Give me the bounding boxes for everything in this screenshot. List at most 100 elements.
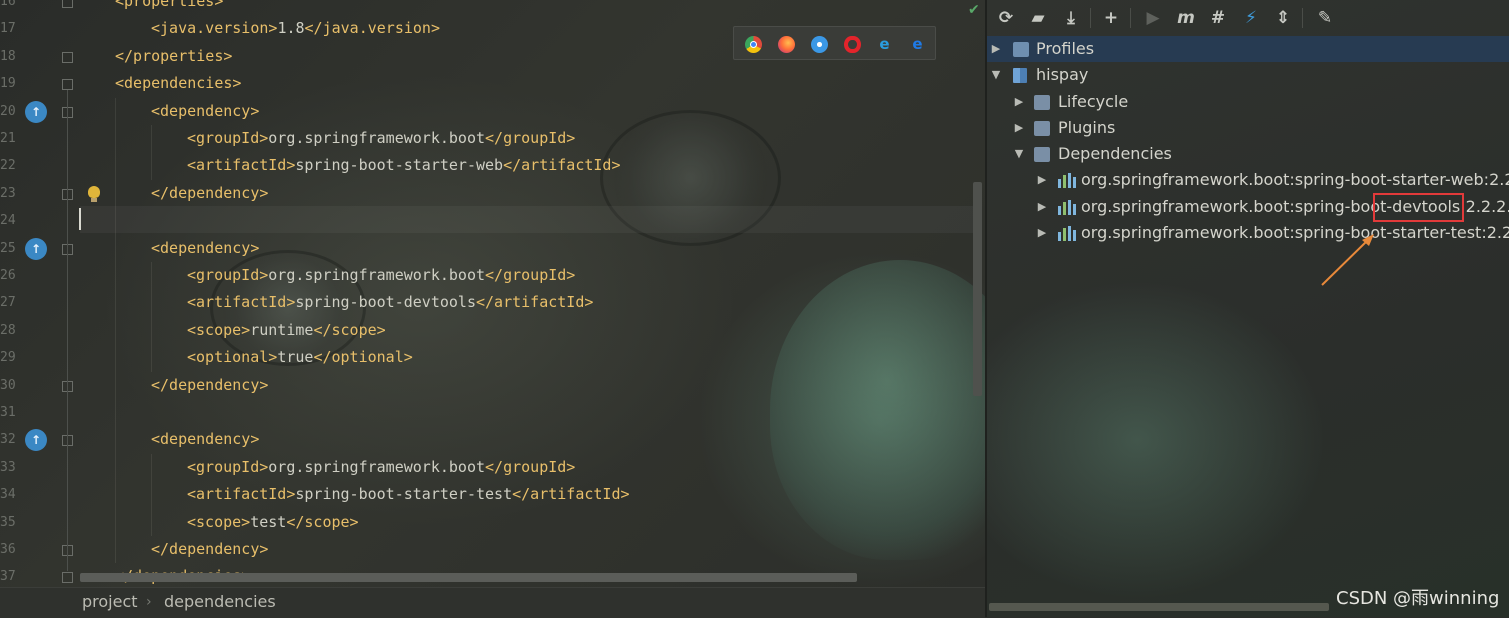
opera-icon[interactable] xyxy=(844,36,861,53)
collapse-arrow-icon[interactable]: ▼ xyxy=(1013,141,1025,167)
code-line[interactable]: <dependency> xyxy=(151,98,259,125)
tree-item-dependency[interactable]: ▶ org.springframework.boot:spring-boot-s… xyxy=(987,167,1509,193)
plus-icon[interactable]: + xyxy=(1100,7,1122,29)
line-number: 24 xyxy=(0,213,16,229)
xml-tag: <optional> xyxy=(187,348,278,367)
line-number: 33 xyxy=(0,459,16,475)
xml-tag: <groupId> xyxy=(187,266,269,284)
xml-tag: </properties> xyxy=(115,46,233,65)
xml-text: org.springframework.boot xyxy=(268,457,486,476)
code-line[interactable]: <scope>runtime</scope> xyxy=(187,317,386,344)
maven-horizontal-scrollbar[interactable] xyxy=(989,603,1329,611)
run-icon[interactable]: ▶ xyxy=(1142,7,1164,29)
line-number: 20 xyxy=(0,103,16,119)
code-area[interactable]: <properties> <java.version>1.8</java.vers… xyxy=(80,0,975,587)
expand-arrow-icon[interactable]: ▶ xyxy=(1036,194,1048,220)
code-line[interactable]: <artifactId>spring-boot-starter-test</ar… xyxy=(187,481,630,508)
line-number: 36 xyxy=(0,542,16,557)
expand-arrow-icon[interactable]: ▶ xyxy=(1036,220,1048,246)
line-number: 16 xyxy=(0,0,16,9)
code-line[interactable]: </dependency> xyxy=(151,180,268,207)
settings-wrench-icon[interactable]: ✎ xyxy=(1314,7,1336,29)
fold-guide xyxy=(67,446,68,544)
folder-library-icon xyxy=(1034,147,1050,162)
tree-item-profiles[interactable]: ▶ Profiles xyxy=(987,36,1509,62)
tree-item-lifecycle[interactable]: ▶ Lifecycle xyxy=(987,89,1509,115)
xml-tag: <artifactId> xyxy=(187,293,296,312)
toolbar-separator xyxy=(1090,8,1091,28)
line-number: 19 xyxy=(0,76,16,92)
xml-tag: <dependency> xyxy=(151,101,260,120)
code-line[interactable]: <groupId>org.springframework.boot</group… xyxy=(187,454,575,481)
xml-tag: <scope> xyxy=(187,512,251,531)
reload-icon[interactable]: ⟳ xyxy=(995,7,1017,29)
skip-tests-icon[interactable]: ⚡ xyxy=(1240,7,1262,29)
code-editor[interactable]: 16 17 18 19 20 ↑ 21 22 23 24 25 ↑ 26 27 28 29 30 31 32 ↑ 33 3… xyxy=(0,0,985,617)
maven-override-icon[interactable]: ↑ xyxy=(25,237,47,260)
tree-item-dependencies[interactable]: ▼ Dependencies xyxy=(987,141,1509,167)
xml-text: true xyxy=(277,348,314,367)
code-line[interactable]: <dependency> xyxy=(151,235,259,262)
execute-goal-icon[interactable]: m xyxy=(1175,7,1197,29)
editor-gutter[interactable]: 16 17 18 19 20 ↑ 21 22 23 24 25 ↑ 26 27 28 29 30 31 32 ↑ 33 3… xyxy=(0,0,80,587)
tree-item-plugins[interactable]: ▶ Plugins xyxy=(987,115,1509,141)
watermark: CSDN @雨winning xyxy=(1336,588,1500,609)
xml-text: spring-boot-starter-test xyxy=(295,485,513,504)
intention-bulb-icon[interactable] xyxy=(88,185,100,202)
xml-tag: </java.version> xyxy=(304,19,440,38)
tree-label: org.springframework.boot:spring-boot-sta… xyxy=(1081,223,1509,242)
editor-vertical-scrollbar[interactable] xyxy=(973,182,982,396)
annotation-arrow-icon xyxy=(1321,234,1374,286)
firefox-icon[interactable] xyxy=(778,36,795,53)
breadcrumb-item-project[interactable]: project xyxy=(82,588,138,616)
code-line[interactable]: <dependencies> xyxy=(115,70,241,97)
xml-tag: </artifactId> xyxy=(503,156,621,175)
folder-gear-icon xyxy=(1034,121,1050,136)
xml-tag: <java.version> xyxy=(151,19,278,38)
code-line[interactable]: <java.version>1.8</java.version> xyxy=(151,15,440,42)
tree-label: Plugins xyxy=(1058,118,1116,137)
code-line[interactable]: <scope>test</scope> xyxy=(187,509,359,536)
code-line[interactable]: <groupId>org.springframework.boot</group… xyxy=(187,125,575,152)
indent-guide xyxy=(151,125,152,180)
add-maven-project-icon[interactable]: ▰ xyxy=(1027,7,1049,29)
expand-arrow-icon[interactable]: ▶ xyxy=(990,36,1002,62)
toggle-offline-icon[interactable]: # xyxy=(1207,7,1229,29)
collapse-all-icon[interactable]: ⇕ xyxy=(1272,7,1294,29)
ie-icon[interactable]: e xyxy=(876,36,893,53)
tree-item-project[interactable]: ▼ hispay xyxy=(987,62,1509,88)
xml-tag: <properties> xyxy=(115,0,224,10)
code-line[interactable]: </dependency> xyxy=(151,536,268,563)
code-line[interactable]: </properties> xyxy=(115,43,232,70)
collapse-arrow-icon[interactable]: ▼ xyxy=(990,62,1002,88)
fold-marker-icon[interactable] xyxy=(62,79,73,91)
expand-arrow-icon[interactable]: ▶ xyxy=(1036,167,1048,193)
safari-icon[interactable] xyxy=(811,36,828,53)
library-icon xyxy=(1058,226,1076,241)
code-line[interactable]: <artifactId>spring-boot-starter-web</art… xyxy=(187,152,621,179)
fold-marker-icon[interactable] xyxy=(62,51,73,63)
line-number: 31 xyxy=(0,405,16,420)
download-icon[interactable]: ⤓ xyxy=(1060,7,1082,29)
expand-arrow-icon[interactable]: ▶ xyxy=(1013,89,1025,115)
edge-icon[interactable]: e xyxy=(909,36,926,53)
fold-marker-icon[interactable] xyxy=(62,572,73,584)
breadcrumb-item-dependencies[interactable]: dependencies xyxy=(164,588,276,616)
code-line[interactable]: <groupId>org.springframework.boot</group… xyxy=(187,262,575,289)
tree-item-dependency[interactable]: ▶ org.springframework.boot:spring-boot-s… xyxy=(987,220,1509,246)
code-line[interactable]: <optional>true</optional> xyxy=(187,344,413,371)
expand-arrow-icon[interactable]: ▶ xyxy=(1013,115,1025,141)
code-line[interactable]: <artifactId>spring-boot-devtools</artifa… xyxy=(187,289,593,316)
chrome-icon[interactable] xyxy=(745,36,762,53)
maven-override-icon[interactable]: ↑ xyxy=(25,100,47,123)
editor-horizontal-scrollbar[interactable] xyxy=(80,573,857,582)
xml-tag: </groupId> xyxy=(485,129,576,147)
fold-marker-icon[interactable] xyxy=(62,0,73,8)
line-number: 34 xyxy=(0,487,16,503)
fold-guide xyxy=(67,117,68,188)
maven-override-icon[interactable]: ↑ xyxy=(25,429,47,452)
code-line[interactable]: <dependency> xyxy=(151,426,259,453)
code-line[interactable]: <properties> xyxy=(115,0,223,15)
toolbar-separator xyxy=(1302,8,1303,28)
code-line[interactable]: </dependency> xyxy=(151,372,268,399)
